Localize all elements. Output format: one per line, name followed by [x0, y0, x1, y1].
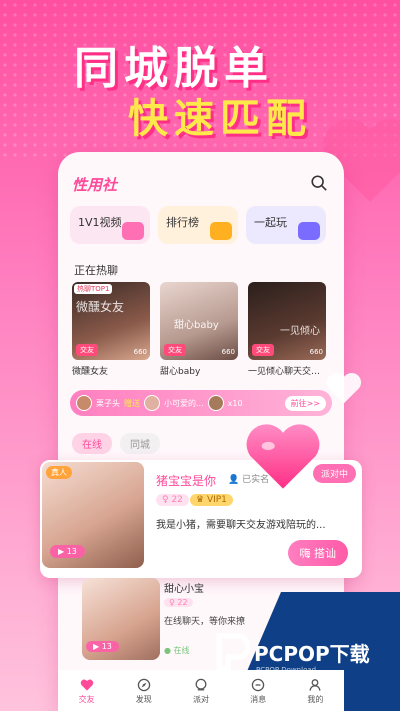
tab-label: 交友 [78, 694, 95, 704]
online-status-label: 在线 [173, 646, 190, 655]
message-icon [251, 678, 265, 691]
real-person-badge: 真人 [46, 466, 72, 479]
user-photo: ▶ 13 [82, 578, 160, 660]
user-description: 在线聊天，等你来撩 [164, 617, 246, 627]
vip-label: VIP1 [206, 495, 227, 505]
filter-online[interactable]: 在线 [72, 433, 112, 454]
tab-label: 我的 [307, 694, 324, 704]
tile-label: 1V1视频 [78, 216, 122, 229]
hot-card-badge: 交友 [164, 344, 186, 356]
featured-photo: 真人 ▶ 13 [40, 460, 146, 570]
voice-duration-value: 13 [66, 547, 77, 556]
tab-party[interactable]: 派对 [193, 677, 209, 705]
hot-chat-list: 热聊TOP1 微醺女友 交友 660 微醺女友 甜心baby 交友 660 甜心… [72, 282, 326, 377]
hot-card[interactable]: 甜心baby 交友 660 甜心baby [160, 282, 238, 377]
tab-label: 消息 [250, 694, 267, 704]
top-badge: 热聊TOP1 [74, 284, 113, 294]
featured-description: 我是小猪，需要聊天交友游戏陪玩的... [156, 520, 326, 531]
chat-up-label: 搭讪 [314, 547, 336, 560]
hot-card[interactable]: 热聊TOP1 微醺女友 交友 660 微醺女友 [72, 282, 150, 377]
hot-card-image: 甜心baby 交友 660 [160, 282, 238, 360]
tab-label: 派对 [192, 694, 209, 704]
chat-icon: 嗨 [299, 547, 314, 560]
watermark-logo-icon [216, 633, 250, 671]
hot-card[interactable]: 一见倾心 交友 660 一见倾心聊天交友... [248, 282, 326, 377]
trophy-icon [210, 222, 232, 240]
tile-label: 一起玩 [254, 216, 287, 229]
voice-duration[interactable]: ▶ 13 [50, 545, 85, 558]
ticker-user2: 小可爱的... [164, 398, 204, 408]
age-value: 22 [177, 598, 188, 607]
avatar [144, 395, 160, 411]
party-icon [195, 678, 207, 690]
ticker-user1: 栗子头 [96, 398, 120, 408]
tile-video[interactable]: 1V1视频 [70, 206, 150, 244]
tile-play-together[interactable]: 一起玩 [246, 206, 326, 244]
hot-card-image: 热聊TOP1 微醺女友 交友 660 [72, 282, 150, 360]
filter-city[interactable]: 同城 [120, 433, 160, 454]
tab-make-friends[interactable]: 交友 [79, 677, 95, 705]
profile-icon [309, 678, 321, 691]
compass-icon [137, 678, 151, 691]
hero-subtitle: 快速匹配 [128, 96, 312, 142]
gift-icon [207, 395, 224, 411]
hot-card-views: 660 [221, 348, 235, 356]
hot-card-views: 660 [309, 348, 323, 356]
hot-card-views: 660 [133, 348, 147, 356]
hot-card-image: 一见倾心 交友 660 [248, 282, 326, 360]
decorative-heart-icon [246, 424, 320, 489]
hot-card-badge: 交友 [76, 344, 98, 356]
vip-badge: ♛ VIP1 [190, 494, 233, 506]
ticker-go-button[interactable]: 前往>> [284, 395, 326, 411]
age-value: 22 [171, 495, 183, 505]
heart-icon [80, 679, 93, 691]
ticker-action: 赠送 [124, 398, 140, 408]
hot-card-name: 一见倾心聊天交友... [248, 367, 326, 377]
tab-label: 发现 [135, 694, 152, 704]
user-name: 甜心小宝 [164, 584, 204, 595]
age-badge: ♀ 22 [164, 598, 193, 607]
hot-card-name: 微醺女友 [72, 367, 109, 377]
gift-ticker[interactable]: 栗子头 赠送 小可爱的... x10 前往>> [70, 390, 332, 416]
video-icon [122, 222, 144, 240]
decorative-heart-icon [326, 372, 362, 404]
ticker-count: x10 [227, 398, 243, 408]
tab-discover[interactable]: 发现 [136, 677, 152, 705]
age-badge: ♀ 22 [156, 494, 189, 506]
hot-card-overlay: 微醺女友 [76, 300, 125, 314]
search-icon[interactable] [310, 174, 328, 192]
bottom-tab-bar: 交友 发现 派对 消息 我的 [58, 670, 344, 711]
section-title-hot: 正在热聊 [74, 264, 118, 277]
chat-up-button[interactable]: 嗨 搭讪 [287, 540, 348, 566]
hot-card-name: 甜心baby [160, 367, 201, 377]
tab-profile[interactable]: 我的 [307, 677, 323, 705]
hot-card-overlay: 一见倾心 [280, 326, 320, 337]
tile-ranking[interactable]: 排行榜 [158, 206, 238, 244]
featured-name: 猪宝宝是你 [156, 474, 217, 488]
tile-label: 排行榜 [166, 216, 199, 229]
gamepad-icon [298, 222, 320, 240]
hot-card-badge: 交友 [252, 344, 274, 356]
filter-chips: 在线 同城 [72, 433, 160, 454]
avatar [76, 395, 92, 411]
tab-messages[interactable]: 消息 [250, 677, 266, 705]
voice-duration[interactable]: ▶ 13 [86, 641, 119, 652]
feature-tiles: 1V1视频 排行榜 一起玩 [70, 206, 326, 244]
app-title: 性用社 [72, 176, 118, 194]
voice-duration-value: 13 [101, 642, 112, 651]
watermark-text: PCPOP下载 [254, 642, 370, 666]
online-status: ● 在线 [164, 646, 190, 655]
hot-card-overlay: 甜心baby [174, 320, 219, 331]
